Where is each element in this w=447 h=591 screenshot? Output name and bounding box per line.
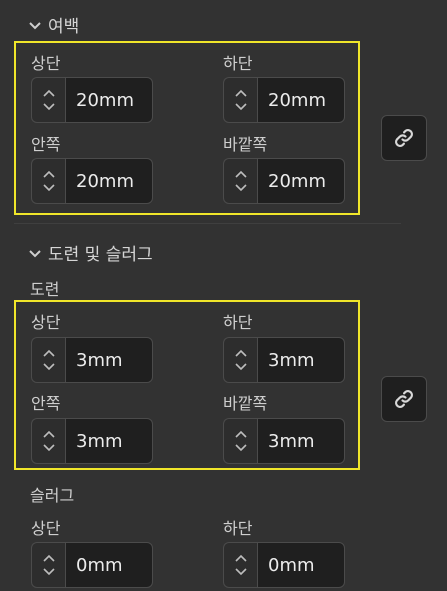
- bleed-title: 도련: [30, 280, 60, 299]
- bleed-bottom-field[interactable]: 3mm: [223, 337, 345, 383]
- margin-top-field[interactable]: 20mm: [31, 77, 153, 123]
- chevron-down-icon: [29, 249, 41, 257]
- margin-inside-input[interactable]: 20mm: [65, 158, 153, 204]
- link-icon: [395, 390, 413, 408]
- chevron-up-icon[interactable]: [42, 553, 56, 563]
- slug-top-stepper[interactable]: [31, 542, 65, 588]
- margin-inside-stepper[interactable]: [31, 158, 65, 204]
- chevron-down-icon[interactable]: [42, 567, 56, 577]
- margin-top-stepper[interactable]: [31, 77, 65, 123]
- chevron-down-icon[interactable]: [42, 183, 56, 193]
- slug-top-field[interactable]: 0mm: [31, 542, 153, 588]
- bleed-slug-section-header[interactable]: 도련 및 슬러그: [28, 240, 153, 265]
- chevron-up-icon[interactable]: [234, 553, 248, 563]
- bleed-inside-input[interactable]: 3mm: [65, 418, 153, 464]
- chevron-down-icon[interactable]: [42, 443, 56, 453]
- bleed-outside-input[interactable]: 3mm: [257, 418, 345, 464]
- chevron-down-icon[interactable]: [42, 102, 56, 112]
- slug-bottom-input[interactable]: 0mm: [257, 542, 345, 588]
- chevron-up-icon[interactable]: [234, 348, 248, 358]
- bleed-top-input[interactable]: 3mm: [65, 337, 153, 383]
- chevron-down-icon[interactable]: [234, 183, 248, 193]
- chevron-down-icon[interactable]: [234, 102, 248, 112]
- link-icon: [395, 129, 413, 147]
- margin-bottom-field[interactable]: 20mm: [223, 77, 345, 123]
- slug-title: 슬러그: [30, 486, 75, 505]
- chevron-up-icon[interactable]: [42, 429, 56, 439]
- margin-outside-field[interactable]: 20mm: [223, 158, 345, 204]
- chevron-down-icon[interactable]: [234, 362, 248, 372]
- chevron-up-icon[interactable]: [42, 88, 56, 98]
- bleed-inside-field[interactable]: 3mm: [31, 418, 153, 464]
- chevron-down-icon[interactable]: [234, 567, 248, 577]
- margin-top-input[interactable]: 20mm: [65, 77, 153, 123]
- margin-top-label: 상단: [31, 54, 61, 73]
- bleed-bottom-label: 하단: [223, 313, 253, 332]
- margins-link-button[interactable]: [381, 115, 427, 161]
- margin-bottom-stepper[interactable]: [223, 77, 257, 123]
- bleed-top-stepper[interactable]: [31, 337, 65, 383]
- bleed-outside-field[interactable]: 3mm: [223, 418, 345, 464]
- chevron-up-icon[interactable]: [234, 88, 248, 98]
- bleed-outside-label: 바깥쪽: [223, 394, 268, 413]
- chevron-up-icon[interactable]: [234, 169, 248, 179]
- bleed-link-button[interactable]: [381, 376, 427, 422]
- bleed-slug-title: 도련 및 슬러그: [48, 245, 153, 265]
- chevron-down-icon[interactable]: [234, 443, 248, 453]
- margin-outside-label: 바깥쪽: [223, 135, 268, 154]
- chevron-down-icon: [29, 21, 41, 29]
- margins-title: 여백: [48, 17, 80, 37]
- margins-section-header[interactable]: 여백: [28, 12, 79, 37]
- margin-inside-label: 안쪽: [31, 135, 61, 154]
- chevron-up-icon[interactable]: [234, 429, 248, 439]
- section-divider: [14, 223, 401, 224]
- margin-bottom-label: 하단: [223, 54, 253, 73]
- slug-top-label: 상단: [31, 519, 61, 538]
- margin-outside-stepper[interactable]: [223, 158, 257, 204]
- bleed-outside-stepper[interactable]: [223, 418, 257, 464]
- slug-bottom-label: 하단: [223, 519, 253, 538]
- chevron-down-icon[interactable]: [42, 362, 56, 372]
- margin-inside-field[interactable]: 20mm: [31, 158, 153, 204]
- bleed-bottom-input[interactable]: 3mm: [257, 337, 345, 383]
- bleed-top-label: 상단: [31, 313, 61, 332]
- bleed-top-field[interactable]: 3mm: [31, 337, 153, 383]
- margin-bottom-input[interactable]: 20mm: [257, 77, 345, 123]
- slug-bottom-field[interactable]: 0mm: [223, 542, 345, 588]
- bleed-inside-label: 안쪽: [31, 394, 61, 413]
- chevron-up-icon[interactable]: [42, 169, 56, 179]
- bleed-bottom-stepper[interactable]: [223, 337, 257, 383]
- chevron-up-icon[interactable]: [42, 348, 56, 358]
- slug-bottom-stepper[interactable]: [223, 542, 257, 588]
- bleed-inside-stepper[interactable]: [31, 418, 65, 464]
- margin-outside-input[interactable]: 20mm: [257, 158, 345, 204]
- slug-top-input[interactable]: 0mm: [65, 542, 153, 588]
